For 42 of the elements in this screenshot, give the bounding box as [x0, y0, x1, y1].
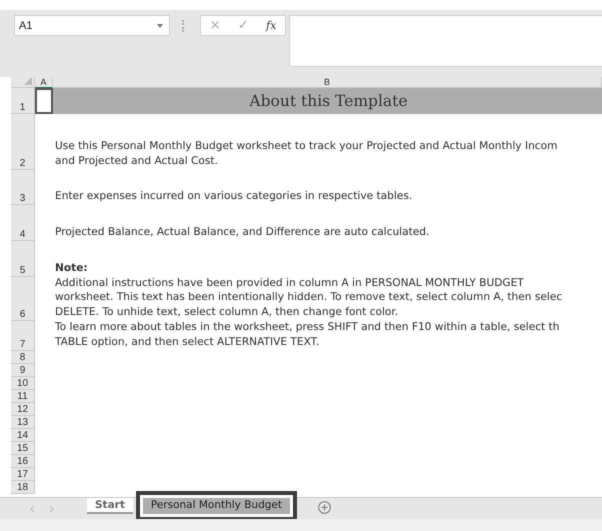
row-header[interactable]: 14: [11, 429, 35, 442]
row-header[interactable]: 3: [11, 170, 35, 205]
row-header[interactable]: 16: [11, 455, 35, 468]
row-header[interactable]: 5: [11, 241, 35, 277]
row-header[interactable]: 7: [11, 321, 35, 351]
row-header[interactable]: 9: [11, 364, 35, 377]
instruction-text: TABLE option, and then select ALTERNATIVE TEXT.: [55, 334, 320, 349]
column-header[interactable]: A: [35, 77, 53, 88]
row-header[interactable]: 17: [11, 468, 35, 481]
instruction-text: To learn more about tables in the worksheet, press SHIFT and then F10 within a table, select th: [55, 321, 560, 334]
row-header[interactable]: 13: [11, 416, 35, 429]
sheet-tab[interactable]: Start: [87, 498, 133, 514]
insert-function-button[interactable]: fx: [266, 19, 276, 32]
scroll-right-icon[interactable]: [47, 505, 55, 513]
name-box[interactable]: A1: [14, 15, 170, 36]
instruction-text: Additional instructions have been provided in column A in PERSONAL MONTHLY BUDGET: [55, 277, 524, 290]
note-heading: Note:: [55, 260, 88, 275]
row-header[interactable]: 18: [11, 481, 35, 494]
corner-triangle-icon: [24, 77, 32, 85]
row-header[interactable]: 10: [11, 377, 35, 390]
row-header[interactable]: 4: [11, 205, 35, 241]
instruction-text: Projected Balance, Actual Balance, and Difference are auto calculated.: [55, 224, 430, 239]
row-header[interactable]: 8: [11, 351, 35, 364]
scroll-left-icon[interactable]: [29, 505, 37, 513]
instruction-text: Use this Personal Monthly Budget worksheet to track your Projected and Actual Monthly Incom: [55, 139, 558, 154]
row-header[interactable]: 11: [11, 390, 35, 403]
instruction-text: DELETE. To unhide text, select column A, then change font color.: [55, 304, 398, 319]
add-sheet-icon[interactable]: [318, 501, 331, 514]
template-title: About this Template: [249, 92, 408, 110]
row-header[interactable]: 15: [11, 442, 35, 455]
row-header[interactable]: 12: [11, 403, 35, 416]
cell-reference: A1: [19, 20, 32, 32]
dropdown-icon[interactable]: [157, 24, 163, 28]
instruction-text: and Projected and Actual Cost.: [55, 154, 218, 168]
row-header[interactable]: 1: [11, 88, 35, 114]
active-cell[interactable]: [35, 88, 53, 114]
instruction-text: worksheet. This text has been intentionally hidden. To remove text, select column A, then selec: [55, 290, 562, 304]
row-header[interactable]: 2: [11, 114, 35, 170]
formula-input[interactable]: [289, 15, 602, 67]
row-header[interactable]: 6: [11, 277, 35, 321]
column-header[interactable]: B: [53, 77, 602, 88]
instruction-text: Enter expenses incurred on various categories in respective tables.: [55, 188, 412, 203]
